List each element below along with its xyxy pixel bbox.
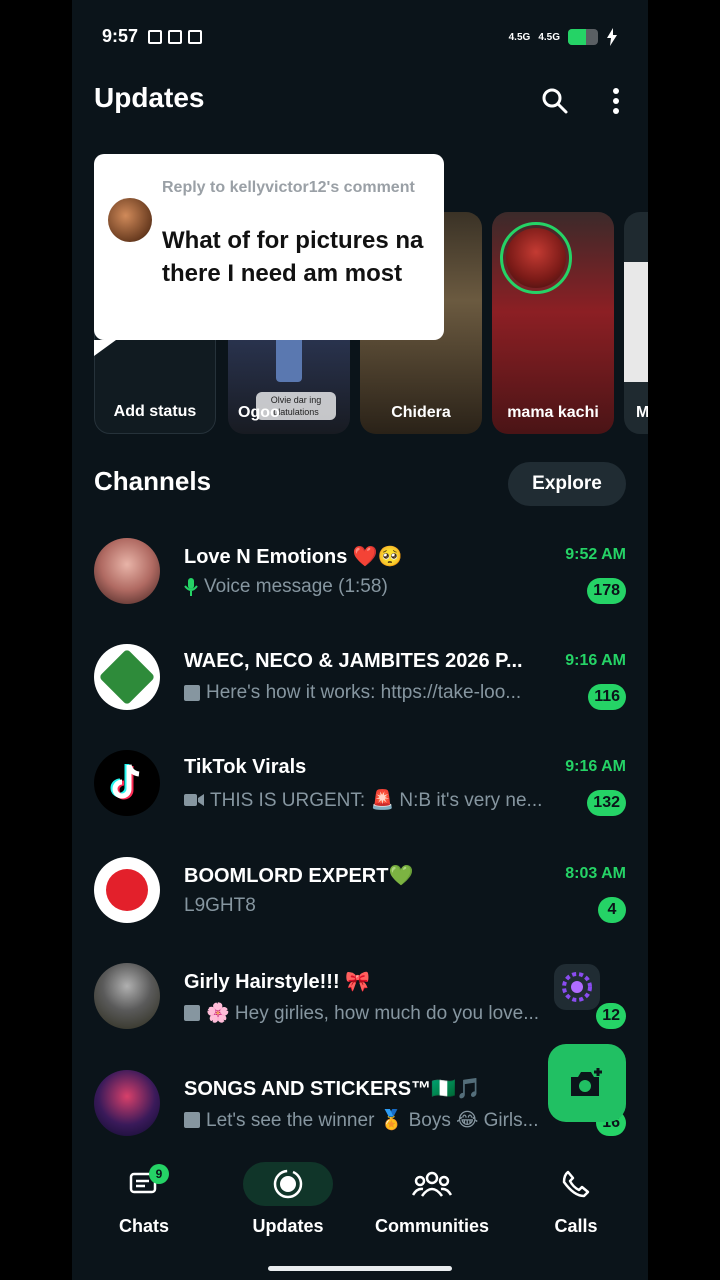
unread-badge: 132 bbox=[587, 790, 626, 816]
bottom-navigation: 9 Chats Updates Communities Calls bbox=[72, 1150, 648, 1280]
status-label: Add status bbox=[113, 403, 197, 420]
calls-icon bbox=[531, 1162, 621, 1206]
avatar bbox=[94, 750, 160, 816]
status-preview bbox=[624, 262, 648, 382]
tiktok-notification-icon-2 bbox=[188, 30, 202, 44]
channel-name: Love N Emotions ❤️🥺 bbox=[184, 546, 403, 568]
tiktok-notification-icon bbox=[168, 30, 182, 44]
updates-screen: 9:57 4.5G 4.5G Updates Add status Olvie … bbox=[72, 0, 648, 1280]
nav-label: Calls bbox=[554, 1216, 598, 1236]
search-icon[interactable] bbox=[538, 84, 572, 118]
status-ring bbox=[500, 222, 572, 294]
nav-label: Communities bbox=[374, 1216, 489, 1236]
status-label: M bbox=[636, 404, 648, 421]
communities-icon bbox=[387, 1162, 477, 1206]
nav-calls[interactable]: Calls bbox=[504, 1162, 648, 1242]
channel-preview: L9GHT8 bbox=[184, 895, 256, 916]
channel-preview: THIS IS URGENT: 🚨 N:B it's very ne... bbox=[184, 788, 568, 812]
nav-updates[interactable]: Updates bbox=[216, 1162, 360, 1242]
updates-icon bbox=[243, 1162, 333, 1206]
channel-item[interactable]: Love N Emotions ❤️🥺 9:52 AM Voice messag… bbox=[94, 538, 626, 624]
avatar bbox=[94, 1070, 160, 1136]
channel-item[interactable]: Girly Hairstyle!!! 🎀 🌸 Hey girlies, how … bbox=[94, 963, 626, 1049]
channel-name: BOOMLORD EXPERT💚 bbox=[184, 865, 414, 887]
chats-badge: 9 bbox=[149, 1164, 169, 1184]
channel-name: WAEC, NECO & JAMBITES 2026 P... bbox=[184, 650, 523, 672]
camera-fab[interactable] bbox=[548, 1044, 626, 1122]
home-indicator[interactable] bbox=[268, 1266, 452, 1271]
avatar bbox=[94, 538, 160, 604]
channel-time: 9:16 AM bbox=[565, 652, 626, 669]
camera-plus-icon bbox=[571, 1068, 602, 1096]
image-icon bbox=[184, 685, 200, 701]
unread-badge: 178 bbox=[587, 578, 626, 604]
avatar bbox=[94, 644, 160, 710]
nav-communities[interactable]: Communities bbox=[360, 1162, 504, 1242]
channel-name: SONGS AND STICKERS™🇳🇬🎵 bbox=[184, 1078, 481, 1100]
channel-preview: Here's how it works: https://take-loo... bbox=[184, 682, 568, 704]
unread-badge: 4 bbox=[598, 897, 626, 923]
channel-time: 9:16 AM bbox=[565, 758, 626, 775]
status-label: Ogoo bbox=[238, 404, 280, 421]
image-icon bbox=[184, 1005, 200, 1021]
nav-label: Chats bbox=[118, 1216, 169, 1236]
image-icon bbox=[184, 1112, 200, 1128]
unread-badge: 12 bbox=[596, 1003, 626, 1029]
reply-subtitle: Reply to kellyvictor12's comment bbox=[162, 179, 415, 196]
reply-comment-bubble: Reply to kellyvictor12's comment What of… bbox=[94, 154, 444, 356]
chats-icon: 9 bbox=[99, 1162, 189, 1206]
page-title: Updates bbox=[94, 82, 205, 113]
avatar bbox=[94, 963, 160, 1029]
channel-name: TikTok Virals bbox=[184, 756, 307, 778]
channel-preview: 🌸 Hey girlies, how much do you love... bbox=[184, 1001, 568, 1025]
ai-flower-icon bbox=[562, 972, 592, 1002]
status-card-partial[interactable]: M bbox=[624, 212, 648, 434]
channel-preview: Voice message (1:58) bbox=[184, 576, 568, 598]
tiktok-logo-icon bbox=[110, 764, 140, 800]
network-1: 4.5G bbox=[508, 31, 531, 43]
charging-icon bbox=[607, 28, 617, 46]
nav-label: Updates bbox=[252, 1216, 324, 1236]
nav-chats[interactable]: 9 Chats bbox=[72, 1162, 216, 1242]
notification-icons bbox=[148, 30, 202, 44]
system-icons: 4.5G 4.5G bbox=[509, 28, 618, 46]
channel-item[interactable]: BOOMLORD EXPERT💚 8:03 AM L9GHT8 4 bbox=[94, 857, 626, 943]
channel-time: 8:03 AM bbox=[565, 865, 626, 882]
channel-preview: Let's see the winner 🏅 Boys 😂 Girls... bbox=[184, 1108, 568, 1132]
unread-badge: 116 bbox=[588, 684, 626, 710]
status-avatar bbox=[506, 228, 566, 288]
channel-name: Girly Hairstyle!!! 🎀 bbox=[184, 971, 371, 993]
clock: 9:57 bbox=[102, 26, 139, 46]
channel-item[interactable]: TikTok Virals 9:16 AM THIS IS URGENT: 🚨 … bbox=[94, 750, 626, 836]
battery-icon bbox=[568, 29, 598, 45]
status-label: mama kachi bbox=[507, 404, 599, 421]
more-vert-icon[interactable] bbox=[599, 84, 633, 118]
channel-item[interactable]: SONGS AND STICKERS™🇳🇬🎵 Let's see the win… bbox=[94, 1070, 626, 1156]
meta-ai-button[interactable] bbox=[554, 964, 600, 1010]
mic-icon bbox=[184, 578, 198, 596]
explore-button[interactable]: Explore bbox=[508, 462, 626, 506]
video-notification-icon bbox=[148, 30, 162, 44]
reply-text: What of for pictures na there I need am … bbox=[162, 227, 424, 287]
channel-time: 9:52 AM bbox=[565, 546, 626, 563]
status-bar: 9:57 4.5G 4.5G bbox=[72, 22, 648, 54]
avatar bbox=[108, 198, 152, 242]
channels-heading: Channels bbox=[94, 466, 212, 496]
network-2: 4.5G bbox=[538, 31, 560, 43]
channel-item[interactable]: WAEC, NECO & JAMBITES 2026 P... 9:16 AM … bbox=[94, 644, 626, 730]
status-label: Chidera bbox=[391, 404, 451, 421]
status-card-mama-kachi[interactable]: mama kachi bbox=[492, 212, 614, 434]
avatar bbox=[94, 857, 160, 923]
video-icon bbox=[184, 794, 204, 806]
